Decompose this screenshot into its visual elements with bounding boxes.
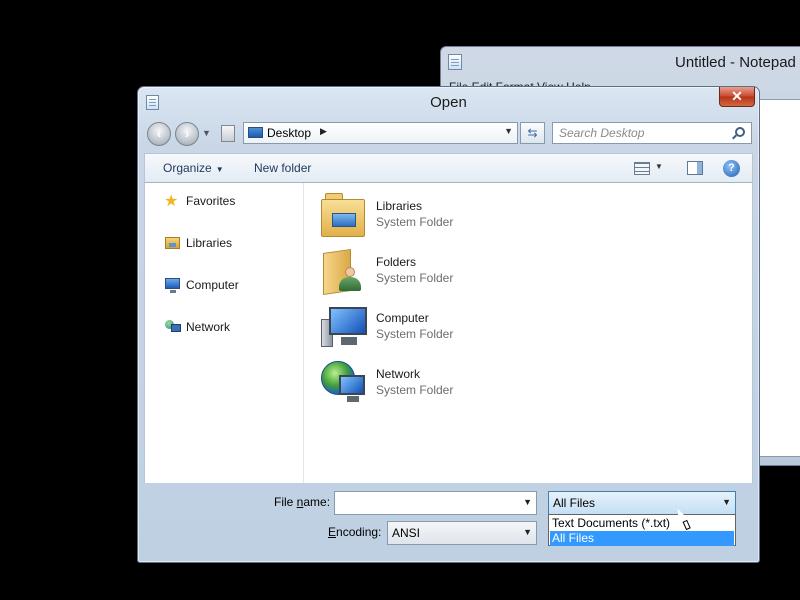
user-folder-icon: [323, 247, 365, 295]
item-name: Folders: [376, 255, 417, 269]
command-toolbar: Organize ▼ New folder ▼ ?: [144, 153, 753, 183]
refresh-icon: ⇆: [527, 126, 538, 140]
breadcrumb-arrow-icon[interactable]: ▶: [320, 126, 327, 137]
nav-item-network[interactable]: Network: [164, 318, 294, 338]
search-icon[interactable]: [735, 127, 745, 137]
forward-button[interactable]: ›: [175, 122, 199, 146]
encoding-label: Encoding:: [328, 525, 382, 539]
notepad-titlebar[interactable]: Untitled - Notepad: [441, 47, 800, 79]
libraries-icon: [321, 193, 367, 237]
new-folder-button[interactable]: New folder: [254, 161, 311, 175]
list-item-network[interactable]: Network System Folder: [321, 359, 621, 409]
list-item-libraries[interactable]: Libraries System Folder: [321, 191, 621, 241]
list-item-computer[interactable]: Computer System Folder: [321, 303, 621, 353]
back-button[interactable]: ‹: [147, 122, 171, 146]
dialog-title: Open: [430, 94, 467, 111]
encoding-value: ANSI: [392, 526, 421, 540]
file-type-value: All Files: [553, 496, 596, 510]
encoding-select[interactable]: ANSI ▼: [387, 521, 537, 545]
organize-label: Organize: [163, 161, 212, 175]
organize-button[interactable]: Organize ▼: [163, 161, 224, 175]
chevron-down-icon[interactable]: ▼: [722, 497, 731, 507]
network-icon: [321, 361, 369, 405]
chevron-down-icon: ▼: [202, 128, 211, 138]
recent-locations-button[interactable]: ▼: [202, 128, 211, 138]
refresh-button[interactable]: ⇆: [520, 122, 545, 144]
list-item-folders[interactable]: Folders System Folder: [321, 247, 621, 297]
star-icon: ★: [164, 193, 179, 210]
desktop-icon: [248, 127, 263, 138]
search-box[interactable]: [552, 122, 752, 144]
nav-item-label: Favorites: [186, 194, 236, 208]
file-type-select[interactable]: All Files ▼: [548, 491, 736, 515]
item-name: Network: [376, 367, 421, 381]
open-dialog: Open ✕ ‹ › ▼ Desktop ▶ ▼ ⇆ Organize▼ New…: [137, 86, 760, 563]
address-dropdown-icon[interactable]: ▼: [504, 126, 513, 136]
file-type-option-all-files[interactable]: All Files: [550, 531, 734, 546]
network-icon: [165, 320, 181, 332]
nav-item-computer[interactable]: Computer: [164, 276, 294, 296]
nav-item-label: Libraries: [186, 236, 233, 250]
up-folder-icon[interactable]: [221, 125, 235, 142]
search-input[interactable]: [553, 123, 731, 143]
file-name-label: File name:: [274, 495, 331, 509]
item-type: System Folder: [376, 383, 454, 397]
chevron-down-icon[interactable]: ▼: [523, 497, 532, 507]
nav-item-favorites[interactable]: ★ Favorites: [164, 192, 294, 212]
address-bar[interactable]: Desktop ▶ ▼: [243, 122, 518, 144]
chevron-down-icon: ▼: [215, 165, 224, 174]
file-type-dropdown-list: Text Documents (*.txt) All Files: [548, 514, 736, 546]
nav-item-libraries[interactable]: Libraries: [164, 234, 294, 254]
computer-icon: [321, 305, 369, 349]
breadcrumb-desktop[interactable]: Desktop: [267, 126, 311, 140]
file-name-input[interactable]: [335, 492, 515, 514]
file-type-option-text-documents[interactable]: Text Documents (*.txt): [550, 516, 734, 531]
notepad-icon: [448, 54, 462, 70]
help-icon[interactable]: ?: [723, 160, 740, 177]
views-dropdown-icon[interactable]: ▼: [655, 162, 663, 171]
navigation-pane: ★ Favorites Libraries Computer Network: [144, 183, 304, 483]
nav-item-label: Network: [186, 320, 231, 334]
close-button[interactable]: ✕: [719, 87, 755, 107]
item-type: System Folder: [376, 271, 454, 285]
chevron-down-icon[interactable]: ▼: [523, 527, 532, 537]
computer-icon: [165, 278, 180, 293]
nav-item-label: Computer: [186, 278, 239, 292]
views-icon[interactable]: [634, 162, 650, 175]
arrow-left-icon: ‹: [156, 126, 162, 141]
arrow-right-icon: ›: [184, 126, 190, 141]
preview-pane-icon[interactable]: [687, 161, 703, 175]
notepad-title: Untitled - Notepad: [675, 54, 796, 71]
item-name: Computer: [376, 311, 429, 325]
libraries-icon: [165, 237, 180, 249]
file-name-combobox[interactable]: ▼: [334, 491, 537, 515]
file-list: Libraries System Folder Folders System F…: [304, 183, 753, 483]
item-name: Libraries: [376, 199, 423, 213]
item-type: System Folder: [376, 327, 454, 341]
item-type: System Folder: [376, 215, 454, 229]
